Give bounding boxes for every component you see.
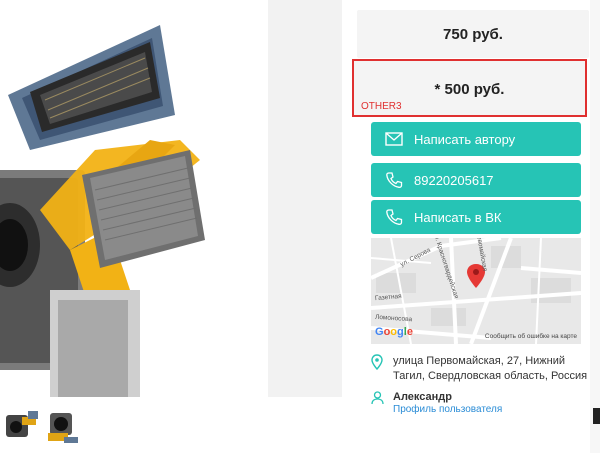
thumbnail-2[interactable] bbox=[44, 407, 80, 447]
price-old: 750 руб. bbox=[357, 10, 589, 58]
photo-backdrop bbox=[268, 0, 342, 397]
map-pin-icon bbox=[371, 354, 383, 375]
price-highlighted: * 500 руб. OTHER3 bbox=[352, 59, 587, 117]
location-map[interactable]: ул. Серова ул. Красногвардейская Газетна… bbox=[371, 238, 581, 344]
user-icon bbox=[371, 391, 384, 410]
phone-number: 89220205617 bbox=[414, 172, 494, 188]
thumbnail-1[interactable] bbox=[4, 407, 40, 447]
google-logo: Google bbox=[375, 326, 413, 338]
envelope-icon bbox=[384, 129, 404, 149]
scrollbar[interactable] bbox=[590, 0, 600, 453]
product-photo[interactable] bbox=[0, 0, 268, 397]
map-report-link[interactable]: Сообщить об ошибке на карте bbox=[485, 333, 577, 340]
message-author-label: Написать автору bbox=[414, 131, 516, 147]
phone-icon bbox=[384, 207, 404, 227]
price-value: * 500 руб. bbox=[434, 81, 505, 98]
scrollbar-thumb[interactable] bbox=[593, 408, 600, 424]
phone-button[interactable]: 89220205617 bbox=[371, 163, 581, 197]
address-text: улица Первомайская, 27, Нижний Тагил, Св… bbox=[393, 355, 588, 382]
vk-message-label: Написать в ВК bbox=[414, 209, 502, 225]
phone-icon bbox=[384, 170, 404, 190]
message-author-button[interactable]: Написать автору bbox=[371, 122, 581, 156]
vk-message-button[interactable]: Написать в ВК bbox=[371, 200, 581, 234]
profile-link[interactable]: Профиль пользователя bbox=[393, 404, 502, 415]
seller-name: Александр bbox=[393, 391, 452, 403]
price-tag: OTHER3 bbox=[361, 101, 402, 112]
camera-module-photo bbox=[0, 0, 268, 397]
